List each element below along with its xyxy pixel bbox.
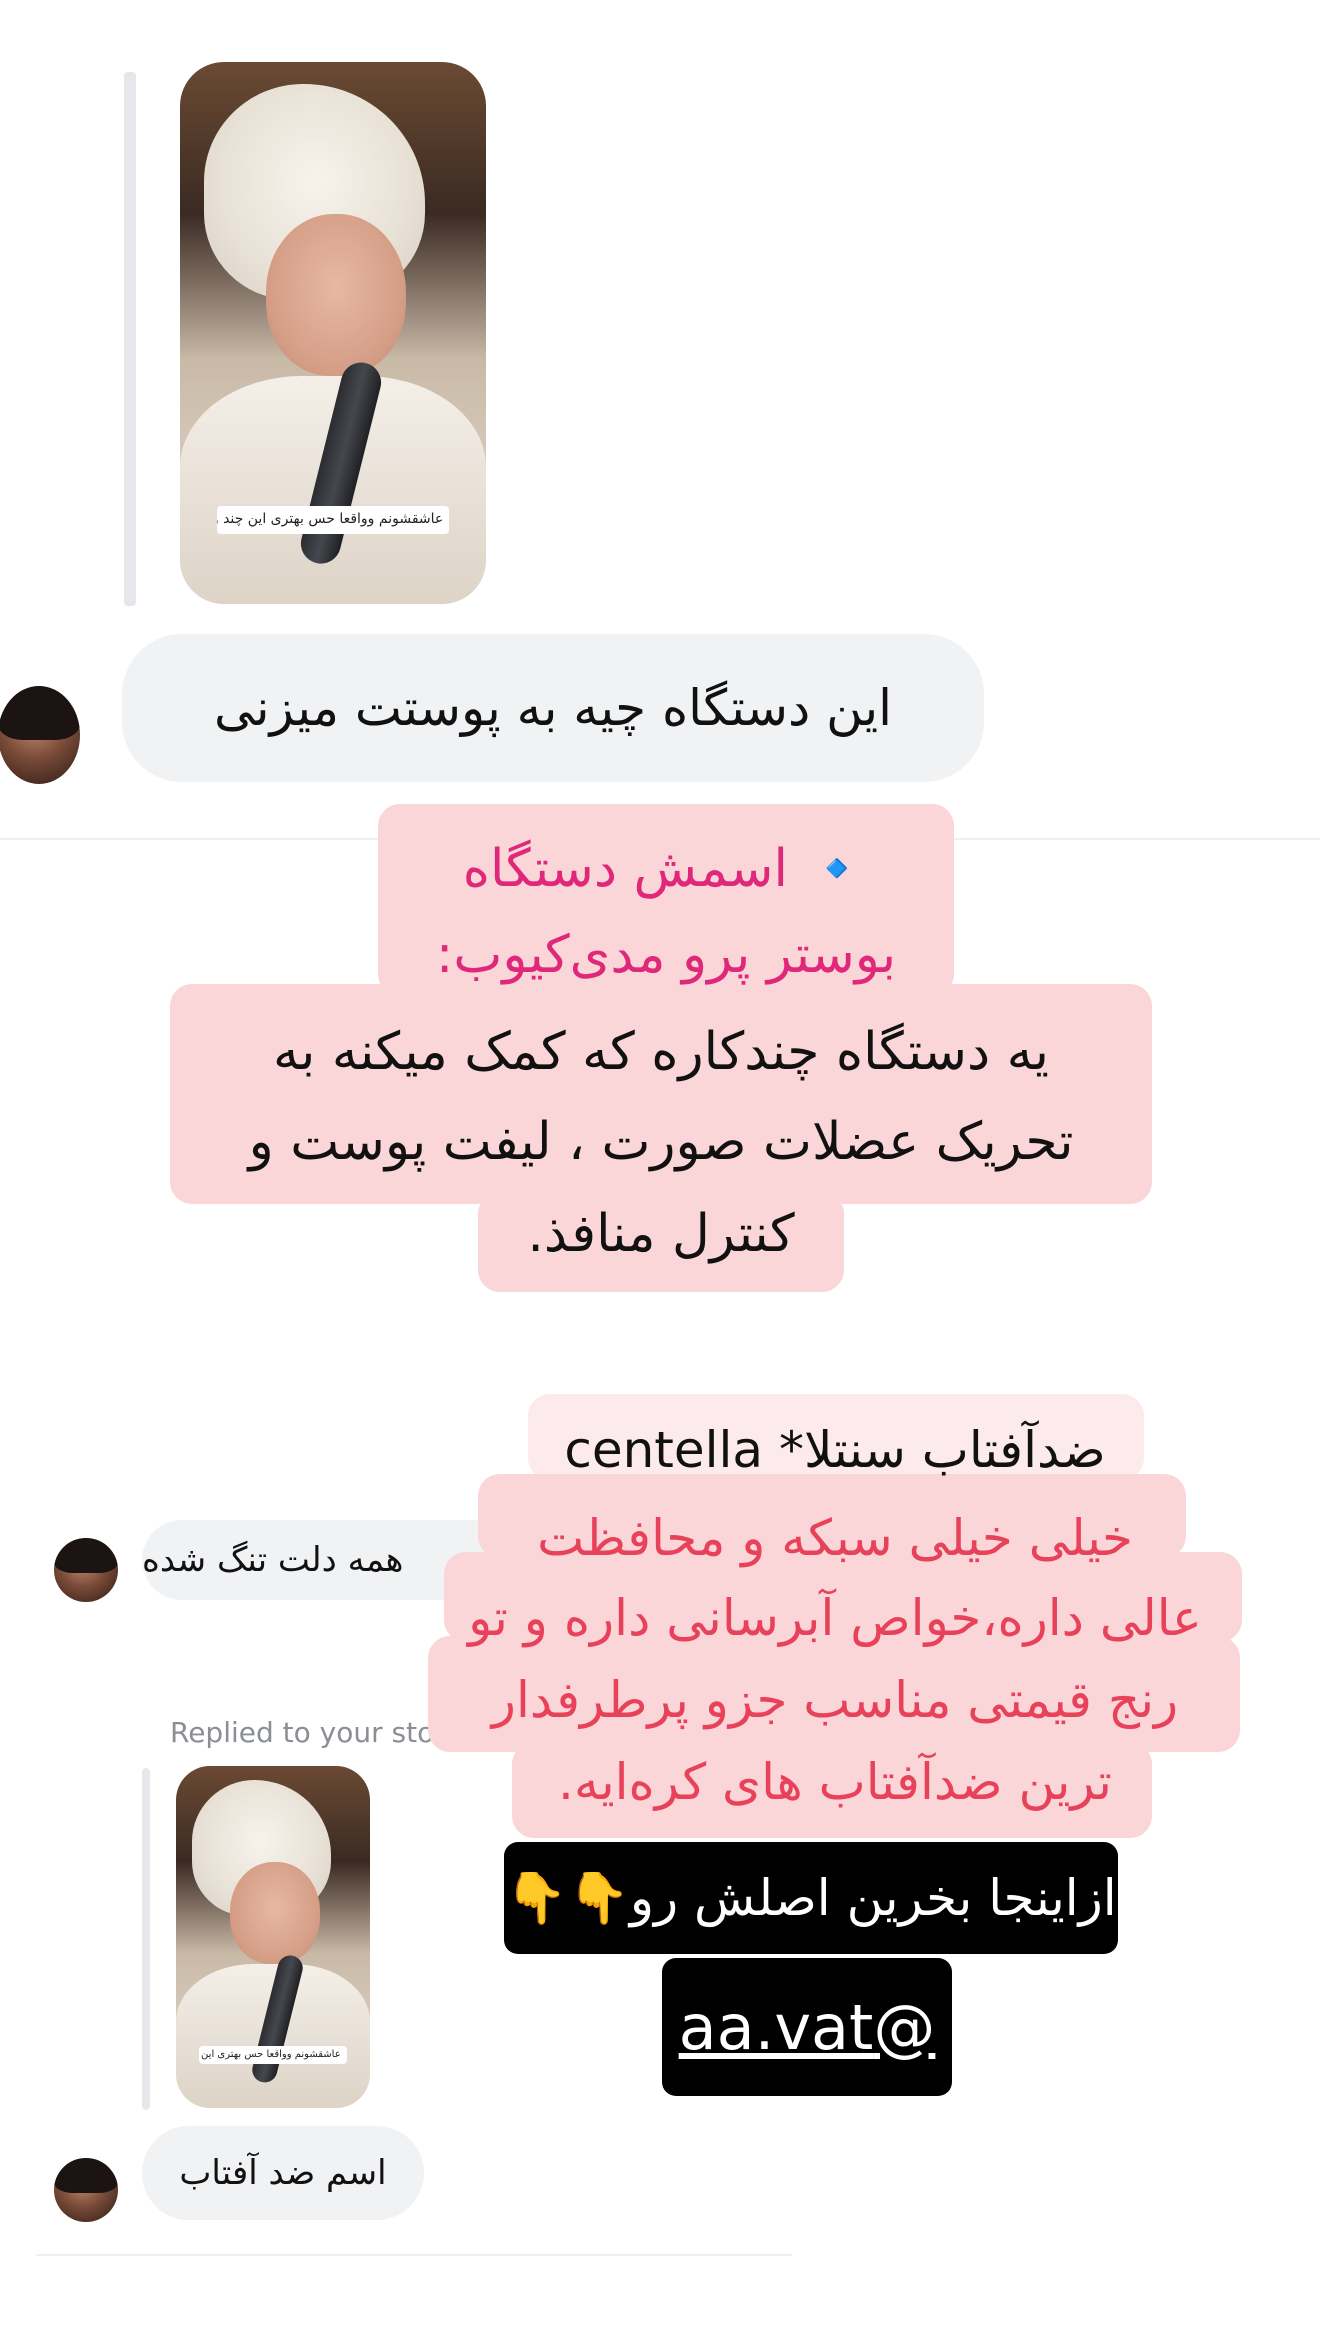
message-text: اسم ضد آفتاب <box>179 2153 387 2193</box>
overlay-line-1: ضدآفتاب سنتلا* centella <box>564 1421 1106 1479</box>
story-sticker: عاشقشونم وواقعا حس بهتری این چند وقت دار… <box>216 506 450 534</box>
overlay-body-line-1: یه دستگاه چندکاره که کمک میکنه به <box>272 1022 1049 1082</box>
overlay-body-line-2: تحریک عضلات صورت ، لیفت پوست و <box>248 1112 1074 1172</box>
overlay-body-line-3: کنترل منافذ. <box>527 1204 795 1264</box>
overlay-line-4: رنج قیمتی مناسب جزو پرطرفدار <box>491 1671 1179 1729</box>
reply-quote-line <box>142 1768 150 2110</box>
overlay-line-5: ترین ضدآفتاب های کره‌ایه. <box>558 1753 1112 1811</box>
message-bubble[interactable]: این دستگاه چیه به پوستت میزنی <box>122 634 984 782</box>
cta-label: ازاینجا بخرین اصلش رو👇👇 <box>504 1842 1118 1954</box>
avatar-hair <box>54 1538 118 1574</box>
story-thumbnail[interactable]: عاشقشونم وواقعا حس بهتری این چند وقت دار… <box>180 62 486 604</box>
face-shape <box>230 1861 320 1965</box>
avatar[interactable] <box>54 2158 118 2222</box>
reply-quote-line <box>124 72 136 606</box>
overlay-line-3: عالی داره،خواص آبرسانی داره و تو <box>468 1589 1202 1647</box>
message-text: همه دلت تنگ شده <box>142 1540 404 1580</box>
message-bubble[interactable]: اسم ضد آفتاب <box>142 2126 424 2220</box>
cta-label-text: ازاینجا بخرین اصلش رو👇👇 <box>505 1868 1117 1927</box>
avatar[interactable] <box>0 686 80 784</box>
avatar-hair <box>0 686 80 740</box>
message-text: این دستگاه چیه به پوستت میزنی <box>213 679 893 737</box>
overlay-title-line-2: بوستر پرو مدی‌کیوب: <box>435 925 897 985</box>
story-thumbnail[interactable]: عاشقشونم وواقعا حس بهتری این چند وقت دار… <box>176 1766 370 2108</box>
overlay-line-2: خیلی خیلی سبکه و محافظت <box>537 1509 1133 1567</box>
story-sticker: عاشقشونم وواقعا حس بهتری این چند وقت دار… <box>199 2046 347 2064</box>
overlay-title-line: 🔹 اسمش دستگاه <box>378 836 954 902</box>
blue-diamond-icon: 🔹 <box>804 839 870 899</box>
handle-link[interactable]: @aa.vat <box>662 1958 952 2096</box>
overlay-title-text: اسمش دستگاه <box>462 839 788 899</box>
replied-to-story-label: Replied to your sto <box>170 1716 435 1749</box>
handle-link-text: @aa.vat <box>678 1990 936 2064</box>
divider <box>36 2254 792 2256</box>
avatar-hair <box>54 2158 118 2194</box>
avatar[interactable] <box>54 1538 118 1602</box>
face-shape <box>265 213 407 377</box>
